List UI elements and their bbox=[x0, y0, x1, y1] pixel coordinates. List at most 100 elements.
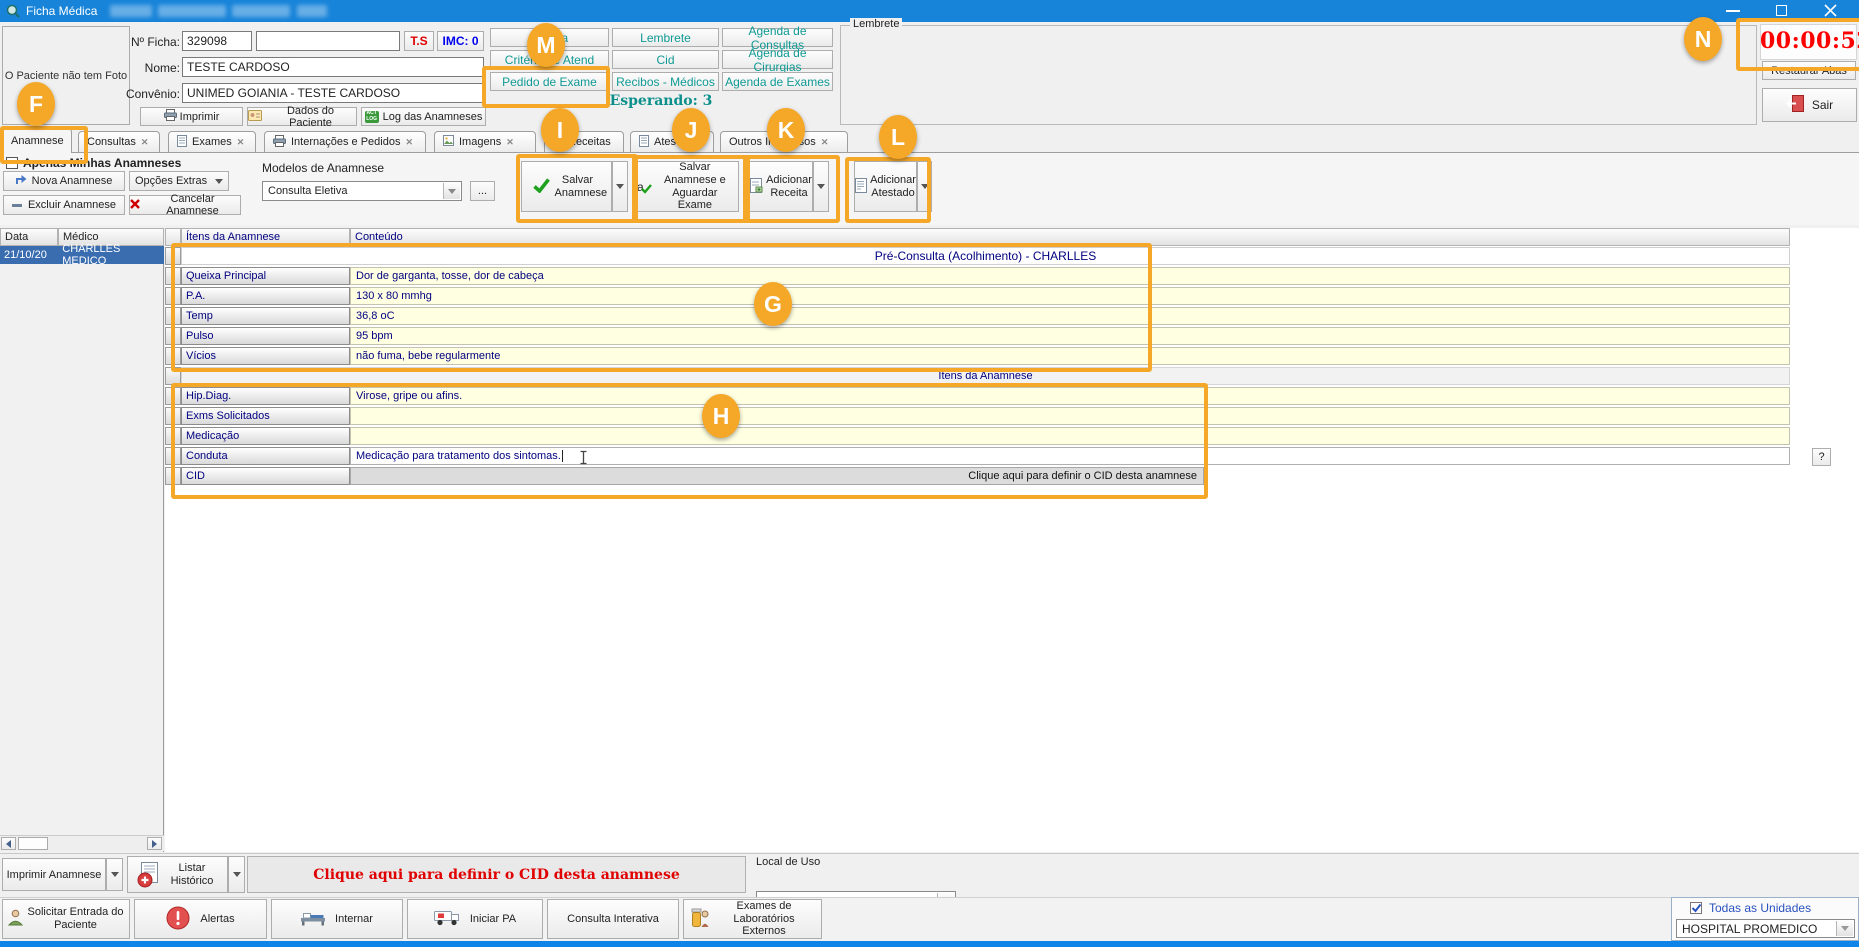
session-timer: 00:00:52 bbox=[1760, 28, 1857, 54]
list-scrollbar[interactable] bbox=[0, 835, 164, 851]
adicionar-receita-dropdown[interactable] bbox=[813, 161, 829, 212]
row-value-vicios[interactable]: não fuma, bebe regularmente bbox=[350, 347, 1790, 365]
tab-close-icon[interactable]: ✕ bbox=[506, 138, 514, 147]
row-value-queixa[interactable]: Dor de garganta, tosse, dor de cabeça bbox=[350, 267, 1790, 285]
row-value-temp[interactable]: 36,8 oC bbox=[350, 307, 1790, 325]
exames-lab-label: Exames de Laboratórios Externos bbox=[714, 900, 814, 938]
ficha-secondary-input[interactable] bbox=[256, 31, 400, 51]
tab-consultas[interactable]: Consultas✕ bbox=[78, 131, 160, 152]
row-value-hipdiag[interactable]: Virose, gripe ou afins. bbox=[350, 387, 1790, 405]
row-label-pulso[interactable]: Pulso bbox=[181, 327, 350, 345]
consulta-interativa-button[interactable]: Consulta Interativa bbox=[547, 899, 679, 939]
agenda-cirurgias-button[interactable]: Agenda de Cirurgias bbox=[722, 50, 833, 69]
imprimir-anamnese-button[interactable]: Imprimir Anamnese bbox=[2, 858, 106, 891]
minimize-icon[interactable] bbox=[1726, 10, 1740, 12]
listar-historico-button[interactable]: Listar Histórico bbox=[127, 856, 228, 893]
row-label-medicacao[interactable]: Medicação bbox=[181, 427, 350, 445]
cancelar-anamnese-button[interactable]: Cancelar Anamnese bbox=[129, 195, 241, 215]
imc-button[interactable]: IMC: 0 bbox=[437, 31, 484, 51]
lembrete-button[interactable]: Lembrete bbox=[612, 28, 719, 47]
help-button[interactable]: ? bbox=[1812, 448, 1831, 466]
imprimir-button[interactable]: Imprimir bbox=[140, 107, 243, 126]
restaurar-abas-button[interactable]: Restaurar Abas bbox=[1762, 61, 1856, 80]
row-value-exms[interactable] bbox=[350, 407, 1790, 425]
grid-header-itens[interactable]: Ítens da Anamnese bbox=[181, 228, 350, 246]
ficha-input[interactable]: 329098 bbox=[182, 31, 252, 51]
patient-card-icon bbox=[248, 109, 262, 125]
tab-close-icon[interactable]: ✕ bbox=[821, 138, 829, 147]
cid-button[interactable]: Cid bbox=[612, 50, 719, 69]
modelo-anamnese-select[interactable]: Consulta Eletiva bbox=[262, 181, 462, 201]
imprimir-label: Imprimir bbox=[180, 111, 220, 123]
row-label-cid[interactable]: CID bbox=[181, 467, 350, 485]
salvar-anamnese-button[interactable]: Salvar Anamnese bbox=[521, 161, 612, 212]
tab-close-icon[interactable]: ✕ bbox=[141, 138, 149, 147]
agenda-exames-button[interactable]: Agenda de Exames bbox=[722, 72, 833, 91]
adicionar-atestado-button[interactable]: Adicionar Atestado bbox=[854, 161, 917, 212]
adicionar-atestado-dropdown[interactable] bbox=[917, 161, 932, 212]
row-value-medicacao[interactable] bbox=[350, 427, 1790, 445]
dados-do-paciente-button[interactable]: Dados do Paciente bbox=[247, 107, 357, 126]
pedido-de-exame-button[interactable]: Pedido de Exame bbox=[490, 72, 609, 91]
row-label-pa[interactable]: P.A. bbox=[181, 287, 350, 305]
scroll-right-icon[interactable] bbox=[147, 837, 162, 850]
tab-anamnese[interactable]: Anamnese bbox=[2, 128, 72, 153]
text-caret bbox=[562, 450, 563, 462]
salvar-anamnese-dropdown[interactable] bbox=[612, 161, 628, 212]
adicionar-receita-button[interactable]: Adicionar Receita bbox=[749, 161, 813, 212]
tab-internacoes[interactable]: Internações e Pedidos✕ bbox=[264, 131, 426, 152]
exames-lab-button[interactable]: Exames de Laboratórios Externos bbox=[683, 899, 822, 939]
row-label-exms[interactable]: Exms Solicitados bbox=[181, 407, 350, 425]
row-value-pulso[interactable]: 95 bpm bbox=[350, 327, 1790, 345]
ts-button[interactable]: T.S bbox=[404, 31, 434, 51]
nova-anamnese-button[interactable]: Nova Anamnese bbox=[3, 171, 125, 191]
definir-cid-button[interactable]: Clique aqui para definir o CID desta ana… bbox=[247, 856, 746, 893]
list-row-selected[interactable]: 21/10/20 CHARLLES MEDICO bbox=[0, 246, 164, 264]
imprimir-anamnese-dropdown[interactable] bbox=[106, 858, 123, 891]
scroll-thumb[interactable] bbox=[18, 837, 48, 850]
alertas-button[interactable]: Alertas bbox=[134, 899, 267, 939]
listar-historico-dropdown[interactable] bbox=[228, 856, 245, 893]
ficha-label: Nº Ficha: bbox=[106, 35, 180, 49]
convenio-input[interactable]: UNIMED GOIANIA - TESTE CARDOSO bbox=[182, 83, 484, 103]
maximize-icon[interactable] bbox=[1776, 5, 1787, 16]
list-header-data[interactable]: Data bbox=[0, 228, 58, 246]
agenda-consultas-button[interactable]: Agenda de Consultas bbox=[722, 28, 833, 47]
excluir-anamnese-button[interactable]: Excluir Anamnese bbox=[3, 195, 125, 215]
sair-button[interactable]: Sair bbox=[1762, 88, 1857, 122]
row-label-vicios[interactable]: Vícios bbox=[181, 347, 350, 365]
row-value-cid-placeholder[interactable]: Clique aqui para definir o CID desta ana… bbox=[350, 467, 1204, 485]
unidade-select[interactable]: HOSPITAL PROMEDICO bbox=[1676, 919, 1855, 938]
tab-close-icon[interactable]: ✕ bbox=[405, 138, 413, 147]
nova-anamnese-label: Nova Anamnese bbox=[32, 175, 113, 187]
log-das-anamneses-button[interactable]: ACT LOG Log das Anamneses bbox=[361, 107, 486, 126]
iniciar-pa-button[interactable]: Iniciar PA bbox=[407, 899, 543, 939]
nome-input[interactable]: TESTE CARDOSO bbox=[182, 57, 484, 77]
todas-unidades-checkbox[interactable] bbox=[1690, 902, 1702, 914]
tab-imagens[interactable]: Imagens✕ bbox=[434, 131, 536, 152]
internar-button[interactable]: Internar bbox=[271, 899, 403, 939]
row-value-pa[interactable]: 130 x 80 mmhg bbox=[350, 287, 1790, 305]
row-label-queixa[interactable]: Queixa Principal bbox=[181, 267, 350, 285]
grid-header-conteudo[interactable]: Conteúdo bbox=[350, 228, 1790, 246]
salvar-aguardar-exame-button[interactable]: a Salvar Anamnese e Aguardar Exame bbox=[634, 161, 739, 212]
row-indicator bbox=[165, 287, 181, 305]
row-label-hipdiag[interactable]: Hip.Diag. bbox=[181, 387, 350, 405]
document-icon bbox=[639, 135, 649, 150]
apenas-minhas-checkbox[interactable] bbox=[6, 157, 18, 169]
row-indicator bbox=[165, 267, 181, 285]
close-icon[interactable] bbox=[1824, 4, 1837, 20]
recibos-medicos-button[interactable]: Recibos - Médicos bbox=[612, 72, 719, 91]
row-value-conduta-editing[interactable]: Medicação para tratamento dos sintomas. bbox=[350, 447, 1790, 465]
row-label-conduta[interactable]: Conduta bbox=[181, 447, 350, 465]
modelo-browse-button[interactable]: ... bbox=[470, 181, 495, 201]
exit-icon bbox=[1786, 95, 1804, 115]
combo-arrow-icon[interactable] bbox=[443, 183, 460, 199]
combo-arrow-icon[interactable] bbox=[1836, 921, 1853, 936]
tab-close-icon[interactable]: ✕ bbox=[237, 138, 245, 147]
scroll-left-icon[interactable] bbox=[1, 837, 16, 850]
solicitar-entrada-button[interactable]: Solicitar Entrada do Paciente bbox=[2, 899, 130, 939]
opcoes-extras-button[interactable]: Opções Extras bbox=[129, 171, 229, 191]
row-label-temp[interactable]: Temp bbox=[181, 307, 350, 325]
tab-exames[interactable]: Exames✕ bbox=[168, 131, 256, 152]
